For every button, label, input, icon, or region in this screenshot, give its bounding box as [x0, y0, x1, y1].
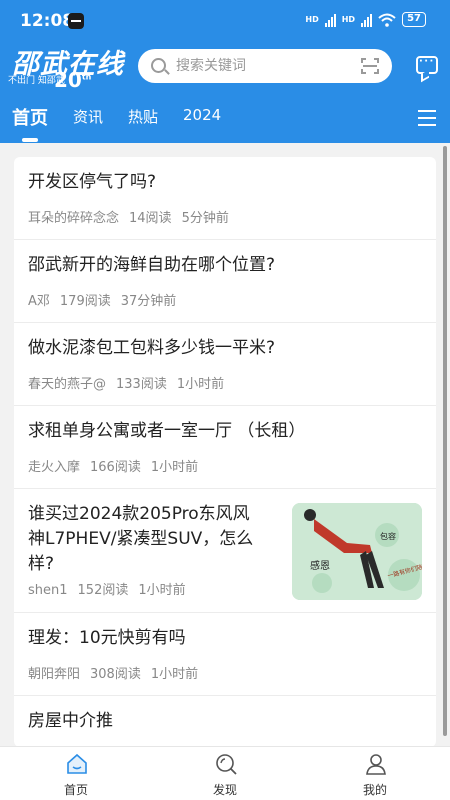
search-input[interactable]	[176, 49, 356, 83]
scrollbar[interactable]	[443, 146, 447, 736]
search-bar[interactable]	[138, 49, 392, 83]
list-item[interactable]: 求租单身公寓或者一室一厅 （长租） 走火入摩 166阅读 1小时前	[14, 406, 436, 489]
post-time: 1小时前	[150, 460, 199, 475]
status-time: 12:08	[20, 11, 75, 31]
post-title: 房屋中介推	[28, 711, 113, 731]
category-tabs: 首页 资讯 热贴 2024	[0, 100, 450, 142]
post-reads: 14阅读	[129, 211, 172, 226]
tab-2024[interactable]: 2024	[183, 106, 221, 124]
post-title: 做水泥漆包工包料多少钱一平米?	[28, 338, 276, 358]
post-title: 求租单身公寓或者一室一厅 （长租）	[28, 421, 306, 441]
post-time: 1小时前	[176, 377, 225, 392]
post-meta: 耳朵的碎碎念念 14阅读 5分钟前	[28, 207, 239, 226]
post-reads: 133阅读	[116, 377, 167, 392]
list-item[interactable]: 开发区停气了吗? 耳朵的碎碎念念 14阅读 5分钟前	[14, 157, 436, 240]
wifi-icon	[378, 13, 396, 27]
thumbnail-illustration: 感恩 包容 一路有你们陪伴	[292, 503, 422, 600]
menu-icon[interactable]	[418, 110, 436, 126]
network-hd-label-2: HD	[341, 14, 356, 24]
post-title: 开发区停气了吗?	[28, 172, 157, 192]
status-bar: 12:08 HD HD 57	[0, 0, 450, 40]
post-list: 开发区停气了吗? 耳朵的碎碎念念 14阅读 5分钟前 邵武新开的海鲜自助在哪个位置?…	[14, 157, 436, 747]
list-item[interactable]: 邵武新开的海鲜自助在哪个位置? A邓 179阅读 37分钟前	[14, 240, 436, 323]
post-reads: 179阅读	[59, 294, 111, 309]
nav-discover[interactable]: 发现	[185, 747, 265, 800]
app-logo[interactable]: 邵武在线 不出门 知邵武 20th	[8, 42, 126, 92]
post-reads: 166阅读	[90, 460, 141, 475]
post-title: 邵武新开的海鲜自助在哪个位置?	[28, 255, 276, 275]
post-author: 耳朵的碎碎念念	[28, 211, 120, 226]
post-title-line-1: 谁买过2024款205Pro东风风	[28, 504, 250, 524]
post-author: 春天的燕子@	[28, 377, 107, 392]
post-reads: 152阅读	[77, 583, 129, 598]
post-thumbnail[interactable]: 感恩 包容 一路有你们陪伴	[292, 503, 422, 600]
post-title-line-3: 样?	[28, 554, 55, 574]
post-meta: 春天的燕子@ 133阅读 1小时前	[28, 373, 234, 392]
home-icon	[67, 753, 87, 774]
logo-anniversary: 20th	[54, 68, 91, 92]
tab-news[interactable]: 资讯	[73, 106, 103, 127]
notification-app-icon	[68, 13, 84, 29]
logo-anniversary-suffix: th	[81, 72, 92, 82]
network-hd-label: HD	[305, 14, 319, 24]
discover-icon	[216, 754, 237, 775]
thumbnail-text-gratitude: 感恩	[310, 559, 330, 572]
app-header: 12:08 HD HD 57 邵武在线 不出门 知邵武 20th 首页 资讯 热…	[0, 0, 450, 143]
post-author: 走火入摩	[28, 460, 81, 475]
nav-profile-label: 我的	[362, 783, 387, 797]
message-icon[interactable]	[416, 56, 438, 74]
list-item[interactable]: 谁买过2024款205Pro东风风 神L7PHEV/紧凑型SUV，怎么 样? s…	[14, 489, 436, 613]
post-title-line-2: 神L7PHEV/紧凑型SUV，怎么	[28, 529, 254, 549]
post-title: 理发：10元快剪有吗	[28, 628, 186, 648]
profile-icon	[366, 754, 386, 775]
bottom-navigation: 首页 发现 我的	[0, 746, 450, 800]
nav-home-label: 首页	[63, 783, 88, 797]
post-time: 37分钟前	[120, 294, 177, 309]
post-time: 1小时前	[138, 583, 186, 598]
search-icon	[151, 58, 166, 73]
post-author: 朝阳奔阳	[28, 667, 81, 682]
post-reads: 308阅读	[90, 667, 141, 682]
battery-indicator: 57	[402, 12, 426, 27]
list-item[interactable]: 理发：10元快剪有吗 朝阳奔阳 308阅读 1小时前	[14, 613, 436, 696]
post-meta: 走火入摩 166阅读 1小时前	[28, 456, 208, 475]
nav-discover-label: 发现	[212, 783, 237, 797]
thumbnail-text-tolerance: 包容	[380, 531, 396, 541]
post-time: 1小时前	[150, 667, 199, 682]
logo-anniversary-number: 20	[54, 68, 82, 92]
nav-profile[interactable]: 我的	[335, 747, 415, 800]
post-author: A邓	[28, 294, 50, 309]
list-item[interactable]: 房屋中介推	[14, 696, 436, 747]
list-item[interactable]: 做水泥漆包工包料多少钱一平米? 春天的燕子@ 133阅读 1小时前	[14, 323, 436, 406]
tab-hot-posts[interactable]: 热贴	[128, 106, 158, 127]
active-tab-indicator	[22, 138, 38, 142]
tab-home[interactable]: 首页	[12, 104, 48, 130]
post-time: 5分钟前	[181, 211, 229, 226]
nav-home[interactable]: 首页	[36, 747, 116, 800]
signal-icon	[324, 13, 336, 27]
post-meta: A邓 179阅读 37分钟前	[28, 290, 186, 309]
post-author: shen1	[28, 583, 68, 598]
signal-icon-2	[361, 13, 373, 27]
scan-icon[interactable]	[361, 58, 379, 74]
post-meta: 朝阳奔阳 308阅读 1小时前	[28, 663, 208, 682]
post-meta: shen1 152阅读 1小时前	[28, 579, 196, 598]
status-indicators: HD HD 57	[305, 12, 426, 27]
